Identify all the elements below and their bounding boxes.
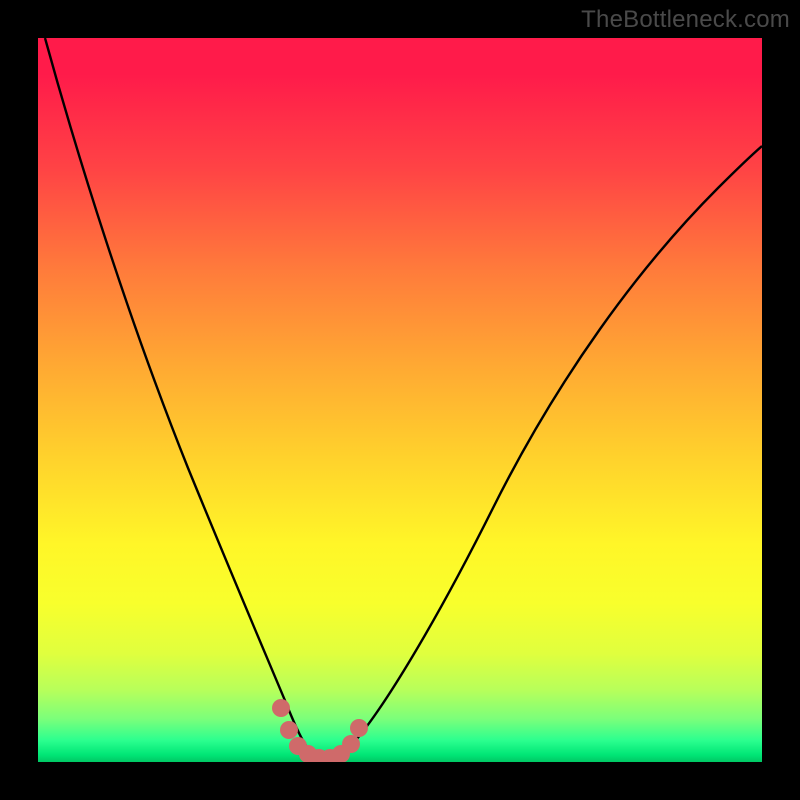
optimal-zone-dots bbox=[272, 699, 368, 762]
bottleneck-curve bbox=[45, 38, 762, 759]
chart-frame: TheBottleneck.com bbox=[0, 0, 800, 800]
chart-svg bbox=[38, 38, 762, 762]
plot-area bbox=[38, 38, 762, 762]
watermark-text: TheBottleneck.com bbox=[581, 6, 790, 34]
